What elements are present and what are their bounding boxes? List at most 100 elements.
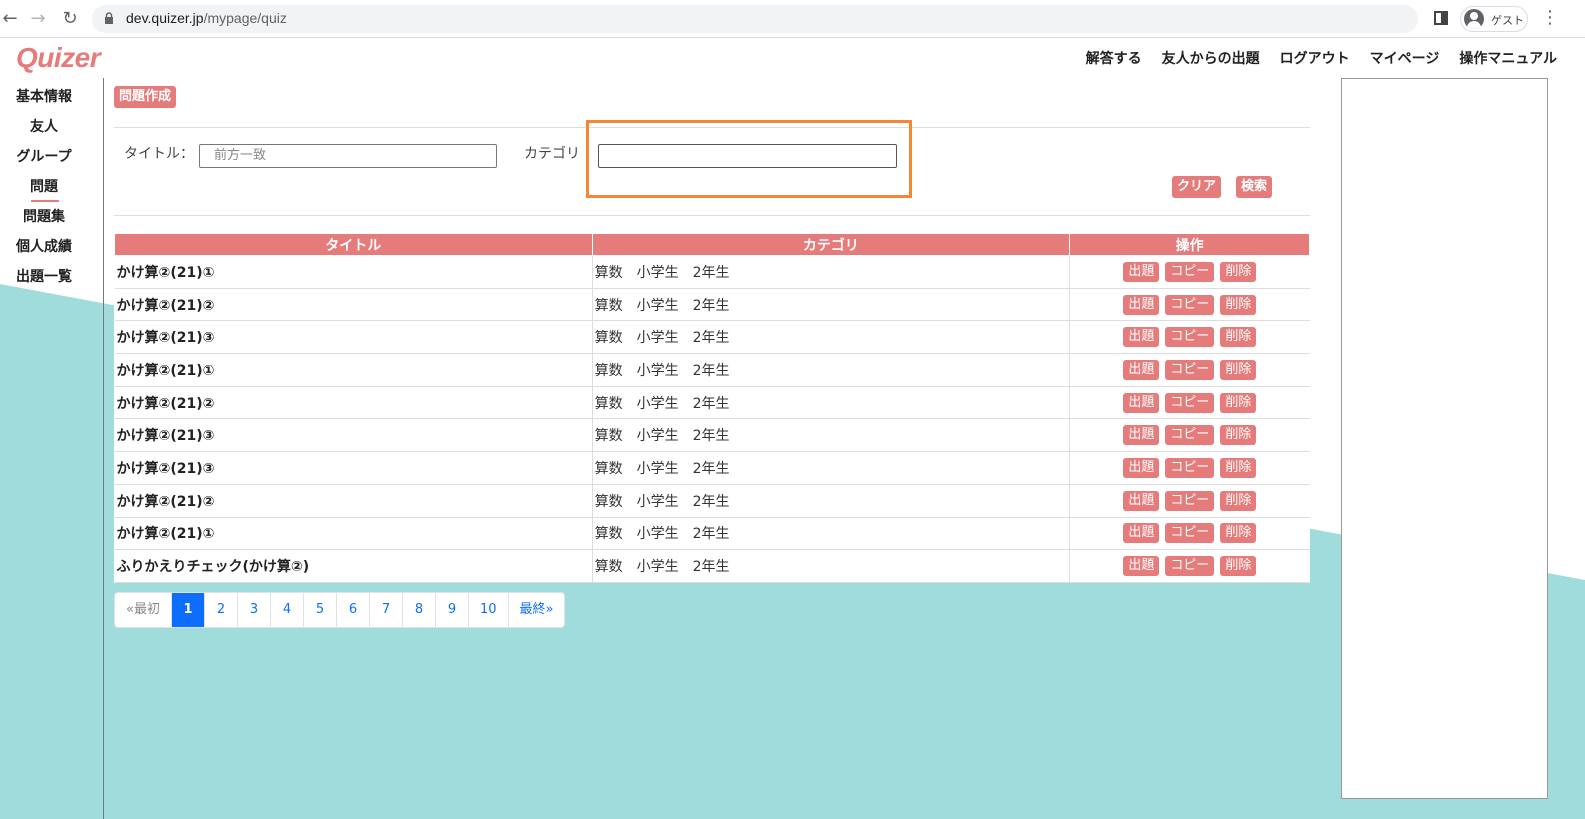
row-operations: 出題 コピー 削除 — [1069, 320, 1310, 355]
create-question-button[interactable]: 問題作成 — [114, 86, 177, 108]
page-number[interactable]: 7 — [368, 593, 402, 627]
row-title: かけ算②(21)③ — [114, 451, 593, 485]
nav-manual[interactable]: 操作マニュアル — [1459, 48, 1557, 68]
row-title: かけ算②(21)③ — [114, 320, 593, 355]
logo[interactable]: Quizer — [16, 42, 101, 74]
page-number[interactable]: 8 — [401, 593, 435, 627]
row-title: かけ算②(21)① — [114, 516, 593, 551]
address-bar[interactable]: dev.quizer.jp/mypage/quiz — [92, 5, 1418, 33]
delete-button[interactable]: 削除 — [1220, 392, 1257, 413]
row-title: かけ算②(21)② — [114, 287, 593, 322]
clear-button[interactable]: クリア — [1172, 176, 1222, 198]
column-header-ops: 操作 — [1069, 233, 1310, 256]
copy-button[interactable]: コピー — [1165, 327, 1215, 348]
url-text: dev.quizer.jp/mypage/quiz — [126, 10, 287, 26]
row-operations: 出題 コピー 削除 — [1069, 418, 1310, 453]
sidebar-item-question-sets[interactable]: 問題集 — [0, 206, 88, 236]
assign-button[interactable]: 出題 — [1123, 457, 1160, 478]
copy-button[interactable]: コピー — [1165, 457, 1215, 478]
table-row: かけ算②(21)② 算数 小学生 2年生 出題 コピー 削除 — [114, 385, 1310, 420]
page-number[interactable]: 4 — [269, 593, 303, 627]
row-category: 算数 小学生 2年生 — [592, 483, 1071, 518]
delete-button[interactable]: 削除 — [1220, 294, 1257, 315]
delete-button[interactable]: 削除 — [1220, 261, 1257, 282]
sidebar-item-questions[interactable]: 問題 — [0, 176, 88, 206]
profile-label: ゲスト — [1491, 14, 1524, 27]
row-operations: 出題 コピー 削除 — [1069, 549, 1310, 583]
copy-button[interactable]: コピー — [1165, 261, 1215, 282]
column-header-title: タイトル — [114, 233, 593, 256]
assign-button[interactable]: 出題 — [1123, 425, 1160, 446]
page-last[interactable]: 最終» — [507, 593, 565, 627]
nav-mypage[interactable]: マイページ — [1370, 48, 1440, 68]
assign-button[interactable]: 出題 — [1123, 523, 1160, 544]
page-number[interactable]: 1 — [170, 593, 204, 627]
forward-arrow-icon[interactable]: → — [28, 9, 48, 29]
delete-button[interactable]: 削除 — [1220, 490, 1257, 511]
sidebar-item-groups[interactable]: グループ — [0, 146, 88, 176]
back-arrow-icon[interactable]: ← — [0, 9, 20, 29]
page-number[interactable]: 3 — [236, 593, 270, 627]
page-number[interactable]: 6 — [335, 593, 369, 627]
delete-button[interactable]: 削除 — [1220, 425, 1257, 446]
assign-button[interactable]: 出題 — [1123, 392, 1160, 413]
category-filter-input[interactable] — [598, 144, 897, 168]
copy-button[interactable]: コピー — [1165, 294, 1215, 315]
copy-button[interactable]: コピー — [1165, 425, 1215, 446]
row-category: 算数 小学生 2年生 — [592, 255, 1071, 289]
assign-button[interactable]: 出題 — [1123, 359, 1160, 380]
page-number[interactable]: 10 — [467, 593, 508, 627]
table-row: かけ算②(21)③ 算数 小学生 2年生 出題 コピー 削除 — [114, 451, 1310, 485]
page: Quizer 解答する 友人からの出題 ログアウト マイページ 操作マニュアル … — [0, 38, 1585, 819]
table-row: かけ算②(21)② 算数 小学生 2年生 出題 コピー 削除 — [114, 483, 1310, 518]
assign-button[interactable]: 出題 — [1123, 327, 1160, 348]
row-operations: 出題 コピー 削除 — [1069, 451, 1310, 485]
delete-button[interactable]: 削除 — [1220, 359, 1257, 380]
table-row: かけ算②(21)③ 算数 小学生 2年生 出題 コピー 削除 — [114, 418, 1310, 453]
assign-button[interactable]: 出題 — [1123, 261, 1160, 282]
assign-button[interactable]: 出題 — [1123, 294, 1160, 315]
page-first[interactable]: «最初 — [115, 593, 171, 627]
sidebar-item-friends[interactable]: 友人 — [0, 116, 88, 146]
row-title: かけ算②(21)② — [114, 483, 593, 518]
row-category: 算数 小学生 2年生 — [592, 320, 1071, 355]
page-number[interactable]: 2 — [203, 593, 237, 627]
nav-from-friends[interactable]: 友人からの出題 — [1162, 48, 1260, 68]
reload-icon[interactable]: ↻ — [60, 9, 80, 29]
sidebar-item-results[interactable]: 個人成績 — [0, 236, 88, 266]
copy-button[interactable]: コピー — [1165, 490, 1215, 511]
sidebar-item-assignments[interactable]: 出題一覧 — [0, 266, 88, 296]
profile-button[interactable]: ゲスト — [1460, 6, 1528, 32]
row-category: 算数 小学生 2年生 — [592, 451, 1071, 485]
row-category: 算数 小学生 2年生 — [592, 549, 1071, 583]
delete-button[interactable]: 削除 — [1220, 523, 1257, 544]
delete-button[interactable]: 削除 — [1220, 556, 1257, 577]
row-operations: 出題 コピー 削除 — [1069, 385, 1310, 420]
sidebar-item-basic-info[interactable]: 基本情報 — [0, 86, 88, 116]
avatar-icon — [1464, 9, 1484, 29]
copy-button[interactable]: コピー — [1165, 523, 1215, 544]
browser-toolbar: ← → ↻ dev.quizer.jp/mypage/quiz ゲスト ⋮ — [0, 0, 1585, 38]
nav-answer[interactable]: 解答する — [1086, 48, 1142, 68]
assign-button[interactable]: 出題 — [1123, 556, 1160, 577]
assign-button[interactable]: 出題 — [1123, 490, 1160, 511]
nav-logout[interactable]: ログアウト — [1280, 48, 1350, 68]
title-filter-input[interactable]: 前方一致 — [199, 144, 497, 168]
delete-button[interactable]: 削除 — [1220, 327, 1257, 348]
search-button[interactable]: 検索 — [1236, 176, 1273, 198]
table-row: かけ算②(21)① 算数 小学生 2年生 出題 コピー 削除 — [114, 516, 1310, 551]
page-number[interactable]: 5 — [302, 593, 336, 627]
row-category: 算数 小学生 2年生 — [592, 287, 1071, 322]
row-operations: 出題 コピー 削除 — [1069, 255, 1310, 289]
row-operations: 出題 コピー 削除 — [1069, 483, 1310, 518]
copy-button[interactable]: コピー — [1165, 556, 1215, 577]
page-number[interactable]: 9 — [434, 593, 468, 627]
copy-button[interactable]: コピー — [1165, 392, 1215, 413]
more-menu-icon[interactable]: ⋮ — [1541, 9, 1559, 29]
copy-button[interactable]: コピー — [1165, 359, 1215, 380]
row-title: かけ算②(21)① — [114, 255, 593, 289]
delete-button[interactable]: 削除 — [1220, 457, 1257, 478]
pagination: «最初 1 2 3 4 5 6 7 8 9 10 最終» — [114, 592, 566, 628]
side-panel-icon[interactable] — [1434, 11, 1448, 25]
category-filter-label: カテゴリ — [524, 146, 580, 162]
